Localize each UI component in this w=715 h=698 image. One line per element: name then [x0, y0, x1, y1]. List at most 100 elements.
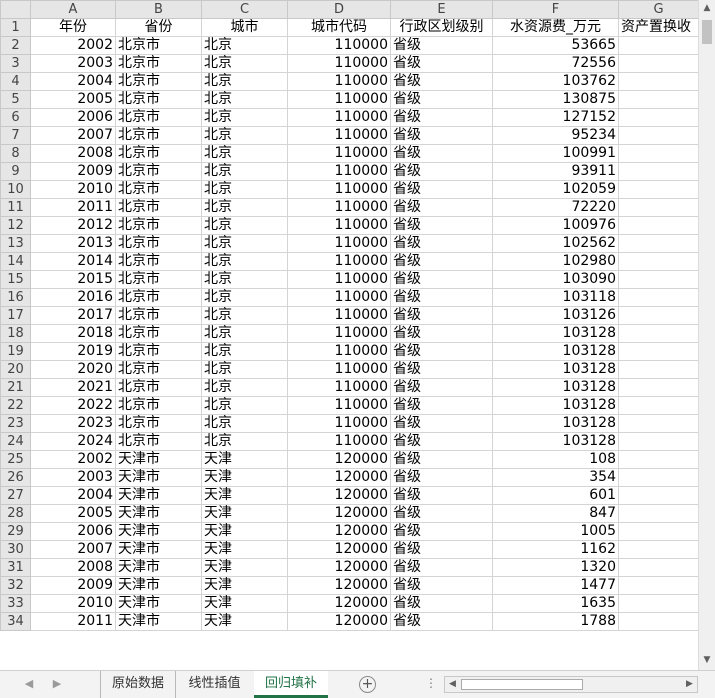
- cell-admin-level[interactable]: 省级: [390, 576, 493, 595]
- tab-regression-fill[interactable]: 回归填补: [254, 671, 328, 698]
- cell-city-code[interactable]: 120000: [287, 612, 391, 631]
- cell-year[interactable]: 2023: [30, 414, 116, 433]
- cell-admin-level[interactable]: 省级: [390, 126, 493, 145]
- cell-city[interactable]: 北京: [201, 126, 288, 145]
- cell-header-province[interactable]: 省份: [115, 18, 202, 37]
- cell-admin-level[interactable]: 省级: [390, 144, 493, 163]
- cell-water-fee[interactable]: 1477: [492, 576, 619, 595]
- row-header[interactable]: 8: [0, 144, 31, 163]
- cell-asset-swap[interactable]: [618, 396, 699, 415]
- row-header[interactable]: 33: [0, 594, 31, 613]
- cell-asset-swap[interactable]: [618, 432, 699, 451]
- cell-asset-swap[interactable]: [618, 324, 699, 343]
- cell-city-code[interactable]: 110000: [287, 378, 391, 397]
- cell-year[interactable]: 2005: [30, 504, 116, 523]
- cell-admin-level[interactable]: 省级: [390, 162, 493, 181]
- cell-province[interactable]: 北京市: [115, 126, 202, 145]
- cell-year[interactable]: 2014: [30, 252, 116, 271]
- row-header[interactable]: 30: [0, 540, 31, 559]
- cell-city-code[interactable]: 110000: [287, 324, 391, 343]
- cell-year[interactable]: 2021: [30, 378, 116, 397]
- cell-province[interactable]: 天津市: [115, 612, 202, 631]
- cell-water-fee[interactable]: 103118: [492, 288, 619, 307]
- cell-year[interactable]: 2009: [30, 162, 116, 181]
- cell-water-fee[interactable]: 103128: [492, 414, 619, 433]
- cell-asset-swap[interactable]: [618, 90, 699, 109]
- cell-water-fee[interactable]: 108: [492, 450, 619, 469]
- cell-header-city-code[interactable]: 城市代码: [287, 18, 391, 37]
- row-header[interactable]: 25: [0, 450, 31, 469]
- cell-admin-level[interactable]: 省级: [390, 468, 493, 487]
- cell-city[interactable]: 天津: [201, 522, 288, 541]
- tab-linear-interpolation[interactable]: 线性插值: [175, 671, 253, 698]
- cell-province[interactable]: 北京市: [115, 54, 202, 73]
- cell-admin-level[interactable]: 省级: [390, 180, 493, 199]
- cell-asset-swap[interactable]: [618, 36, 699, 55]
- cell-admin-level[interactable]: 省级: [390, 540, 493, 559]
- cell-asset-swap[interactable]: [618, 342, 699, 361]
- row-header[interactable]: 34: [0, 612, 31, 631]
- cell-city-code[interactable]: 110000: [287, 144, 391, 163]
- cell-city[interactable]: 天津: [201, 504, 288, 523]
- cell-province[interactable]: 北京市: [115, 90, 202, 109]
- cell-admin-level[interactable]: 省级: [390, 288, 493, 307]
- cell-city[interactable]: 北京: [201, 90, 288, 109]
- row-header[interactable]: 10: [0, 180, 31, 199]
- cell-city-code[interactable]: 110000: [287, 72, 391, 91]
- cell-year[interactable]: 2006: [30, 522, 116, 541]
- cell-admin-level[interactable]: 省级: [390, 432, 493, 451]
- cell-water-fee[interactable]: 601: [492, 486, 619, 505]
- cell-year[interactable]: 2024: [30, 432, 116, 451]
- cell-asset-swap[interactable]: [618, 612, 699, 631]
- row-header[interactable]: 21: [0, 378, 31, 397]
- row-header[interactable]: 14: [0, 252, 31, 271]
- cell-water-fee[interactable]: 1635: [492, 594, 619, 613]
- cell-asset-swap[interactable]: [618, 270, 699, 289]
- cell-admin-level[interactable]: 省级: [390, 198, 493, 217]
- cell-header-city[interactable]: 城市: [201, 18, 288, 37]
- cell-city-code[interactable]: 110000: [287, 306, 391, 325]
- cell-year[interactable]: 2004: [30, 486, 116, 505]
- cell-city[interactable]: 北京: [201, 306, 288, 325]
- cell-city-code[interactable]: 110000: [287, 396, 391, 415]
- cell-year[interactable]: 2015: [30, 270, 116, 289]
- cell-city[interactable]: 北京: [201, 252, 288, 271]
- row-header[interactable]: 31: [0, 558, 31, 577]
- cell-admin-level[interactable]: 省级: [390, 594, 493, 613]
- cell-city[interactable]: 北京: [201, 414, 288, 433]
- cell-city-code[interactable]: 120000: [287, 468, 391, 487]
- cell-province[interactable]: 北京市: [115, 72, 202, 91]
- cell-city-code[interactable]: 110000: [287, 126, 391, 145]
- cell-water-fee[interactable]: 100976: [492, 216, 619, 235]
- cell-asset-swap[interactable]: [618, 198, 699, 217]
- cell-city[interactable]: 北京: [201, 216, 288, 235]
- cell-city-code[interactable]: 120000: [287, 594, 391, 613]
- cell-year[interactable]: 2008: [30, 558, 116, 577]
- row-header[interactable]: 24: [0, 432, 31, 451]
- row-header[interactable]: 17: [0, 306, 31, 325]
- column-header[interactable]: B: [115, 0, 202, 19]
- cell-province[interactable]: 北京市: [115, 216, 202, 235]
- cell-province[interactable]: 天津市: [115, 576, 202, 595]
- cell-water-fee[interactable]: 103126: [492, 306, 619, 325]
- row-header[interactable]: 20: [0, 360, 31, 379]
- cell-city[interactable]: 北京: [201, 324, 288, 343]
- cell-water-fee[interactable]: 102980: [492, 252, 619, 271]
- cell-city[interactable]: 天津: [201, 486, 288, 505]
- cell-water-fee[interactable]: 103128: [492, 396, 619, 415]
- cell-admin-level[interactable]: 省级: [390, 306, 493, 325]
- row-header[interactable]: 32: [0, 576, 31, 595]
- horizontal-scrollbar[interactable]: ◀ ▶: [444, 676, 698, 693]
- cell-province[interactable]: 北京市: [115, 252, 202, 271]
- cell-province[interactable]: 北京市: [115, 396, 202, 415]
- cell-asset-swap[interactable]: [618, 378, 699, 397]
- cell-year[interactable]: 2008: [30, 144, 116, 163]
- cell-header-asset-swap[interactable]: 资产置换收: [618, 18, 699, 37]
- cell-city[interactable]: 北京: [201, 180, 288, 199]
- cell-water-fee[interactable]: 103128: [492, 360, 619, 379]
- cell-asset-swap[interactable]: [618, 144, 699, 163]
- cell-asset-swap[interactable]: [618, 558, 699, 577]
- cell-province[interactable]: 天津市: [115, 450, 202, 469]
- cell-province[interactable]: 北京市: [115, 306, 202, 325]
- row-header[interactable]: 19: [0, 342, 31, 361]
